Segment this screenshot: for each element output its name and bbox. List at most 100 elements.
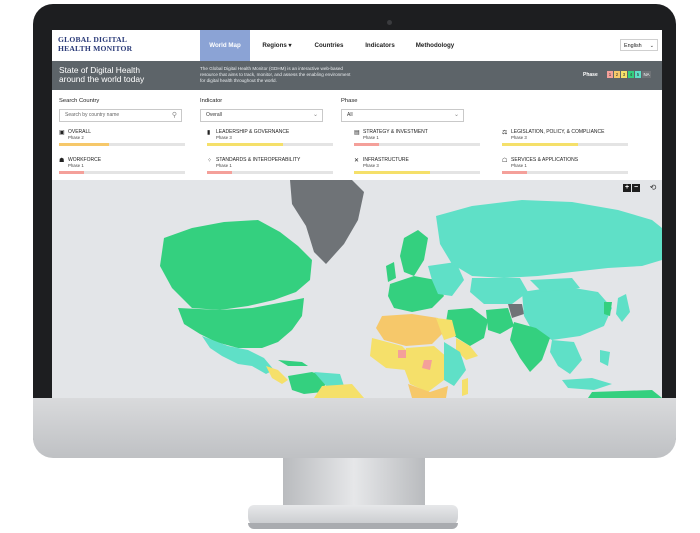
document-icon: ▤ <box>354 130 360 136</box>
phase-legend-1: 1 <box>607 71 613 78</box>
nav-regions[interactable]: Regions ▾ <box>252 30 302 61</box>
map-region-uk[interactable] <box>386 262 396 282</box>
search-placeholder: Search by country name <box>65 112 120 118</box>
indicator-progress-fill <box>59 143 110 146</box>
map-region-scandinavia[interactable] <box>400 230 428 276</box>
phase-legend-4: 4 <box>628 71 634 78</box>
chevron-down-icon: ⌄ <box>312 112 318 118</box>
map-region-philippines[interactable] <box>600 350 610 366</box>
indicator-label: Indicator <box>200 98 223 104</box>
indicator-progress-track <box>354 143 480 146</box>
page-title: State of Digital Health around the world… <box>59 66 199 84</box>
indicator-progress-fill <box>354 143 380 146</box>
search-input[interactable]: Search by country name ⚲ <box>59 109 182 122</box>
nav-countries[interactable]: Countries <box>304 30 354 61</box>
indicator-leadership-governance[interactable]: ▮ LEADERSHIP & GOVERNANCE Phase 3 <box>207 129 333 147</box>
phase-value: All <box>347 112 353 118</box>
indicator-progress-track <box>354 171 480 174</box>
indicator-progress-track <box>207 171 333 174</box>
map-region-iran[interactable] <box>486 308 514 334</box>
zoom-in-button[interactable]: + <box>623 184 631 192</box>
indicator-progress-track <box>502 171 628 174</box>
monitor-chin <box>33 398 676 458</box>
phase-select[interactable]: All ⌄ <box>341 109 464 122</box>
indicator-standards-interoperability[interactable]: ⁘ STANDARDS & INTEROPERABILITY Phase 1 <box>207 157 333 175</box>
map-region-indonesia[interactable] <box>562 378 612 390</box>
camera-icon <box>387 20 392 25</box>
indicator-phase: Phase 3 <box>511 135 527 140</box>
language-value: English <box>624 43 642 49</box>
standards-icon: ⁘ <box>207 158 213 164</box>
indicator-progress-fill <box>59 171 85 174</box>
reset-view-icon[interactable]: ⟲ <box>649 184 657 192</box>
chart-icon: ▮ <box>207 130 211 136</box>
phase-legend-2: 2 <box>614 71 620 78</box>
map-region-central-asia[interactable] <box>470 278 528 304</box>
map-region-madagascar[interactable] <box>462 378 468 396</box>
tools-icon: ✕ <box>354 158 360 164</box>
map-region-canada[interactable] <box>160 220 312 310</box>
scale-icon: ⚖ <box>502 130 508 136</box>
indicator-progress-fill <box>207 171 233 174</box>
map-region-central-america[interactable] <box>266 366 288 384</box>
map-region-japan[interactable] <box>616 294 630 322</box>
indicator-phase: Phase 2 <box>68 135 84 140</box>
map-region-korea[interactable] <box>604 302 612 316</box>
map-region-russia[interactable] <box>436 200 662 278</box>
indicator-phase: Phase 1 <box>68 163 84 168</box>
nav-indicators[interactable]: Indicators <box>356 30 404 61</box>
map-region-australia[interactable] <box>588 390 662 398</box>
indicator-services-applications[interactable]: ☖ SERVICES & APPLICATIONS Phase 1 <box>502 157 628 175</box>
phase-legend-5: 5 <box>635 71 641 78</box>
description-line-3: for digital health throughout the world. <box>200 78 277 83</box>
phase-legend-na: NA <box>642 71 651 78</box>
map-region-caribbean[interactable] <box>278 360 308 366</box>
indicator-phase: Phase 1 <box>216 163 232 168</box>
phase-filter-label: Phase <box>341 98 358 104</box>
map-region-phase1-a[interactable] <box>398 350 406 358</box>
indicator-overall[interactable]: ▣ OVERALL Phase 2 <box>59 129 185 147</box>
indicator-phase: Phase 3 <box>216 135 232 140</box>
indicator-phase: Phase 1 <box>363 135 379 140</box>
indicator-progress-fill <box>502 143 578 146</box>
map-region-southeast-asia[interactable] <box>550 340 582 374</box>
nav-world-map[interactable]: World Map <box>200 30 250 61</box>
indicator-workforce[interactable]: ☗ WORKFORCE Phase 1 <box>59 157 185 175</box>
indicator-progress-track <box>59 143 185 146</box>
zoom-out-button[interactable]: − <box>632 184 640 192</box>
indicator-progress-track <box>207 143 333 146</box>
world-map-svg[interactable] <box>52 180 662 398</box>
page-title-line-2: around the world today <box>59 74 145 84</box>
chevron-down-icon: ⌄ <box>453 112 459 118</box>
services-icon: ☖ <box>502 158 508 164</box>
map-region-north-africa[interactable] <box>376 314 444 346</box>
workforce-icon: ☗ <box>59 158 65 164</box>
indicator-value: Overall <box>206 112 222 118</box>
monitor-stand-shadow <box>248 523 458 529</box>
indicator-progress-fill <box>502 171 528 174</box>
indicator-select[interactable]: Overall ⌄ <box>200 109 323 122</box>
chevron-down-icon: ⌄ <box>649 43 654 49</box>
phase-legend-3: 3 <box>621 71 627 78</box>
top-navigation: GLOBAL DIGITAL HEALTH MONITOR World Map … <box>52 30 662 62</box>
phase-legend-label: Phase <box>583 72 598 78</box>
indicator-phase: Phase 3 <box>363 163 379 168</box>
indicator-infrastructure[interactable]: ✕ INFRASTRUCTURE Phase 3 <box>354 157 480 175</box>
language-select[interactable]: English ⌄ <box>620 39 658 51</box>
world-map[interactable] <box>52 180 662 398</box>
indicator-progress-track <box>59 171 185 174</box>
search-country-label: Search Country <box>59 98 100 104</box>
indicator-progress-fill <box>207 143 283 146</box>
site-logo[interactable]: GLOBAL DIGITAL HEALTH MONITOR <box>58 35 133 53</box>
indicator-strategy-investment[interactable]: ▤ STRATEGY & INVESTMENT Phase 1 <box>354 129 480 147</box>
screen: GLOBAL DIGITAL HEALTH MONITOR World Map … <box>52 30 662 398</box>
overall-icon: ▣ <box>59 130 65 136</box>
nav-methodology[interactable]: Methodology <box>406 30 464 61</box>
indicator-legislation-policy-compliance[interactable]: ⚖ LEGISLATION, POLICY, & COMPLIANCE Phas… <box>502 129 628 147</box>
indicator-progress-track <box>502 143 628 146</box>
search-icon[interactable]: ⚲ <box>172 110 177 121</box>
hero-banner: State of Digital Health around the world… <box>52 61 662 90</box>
indicator-progress-fill <box>354 171 430 174</box>
indicator-phase: Phase 1 <box>511 163 527 168</box>
logo-line-2: HEALTH MONITOR <box>58 43 133 53</box>
